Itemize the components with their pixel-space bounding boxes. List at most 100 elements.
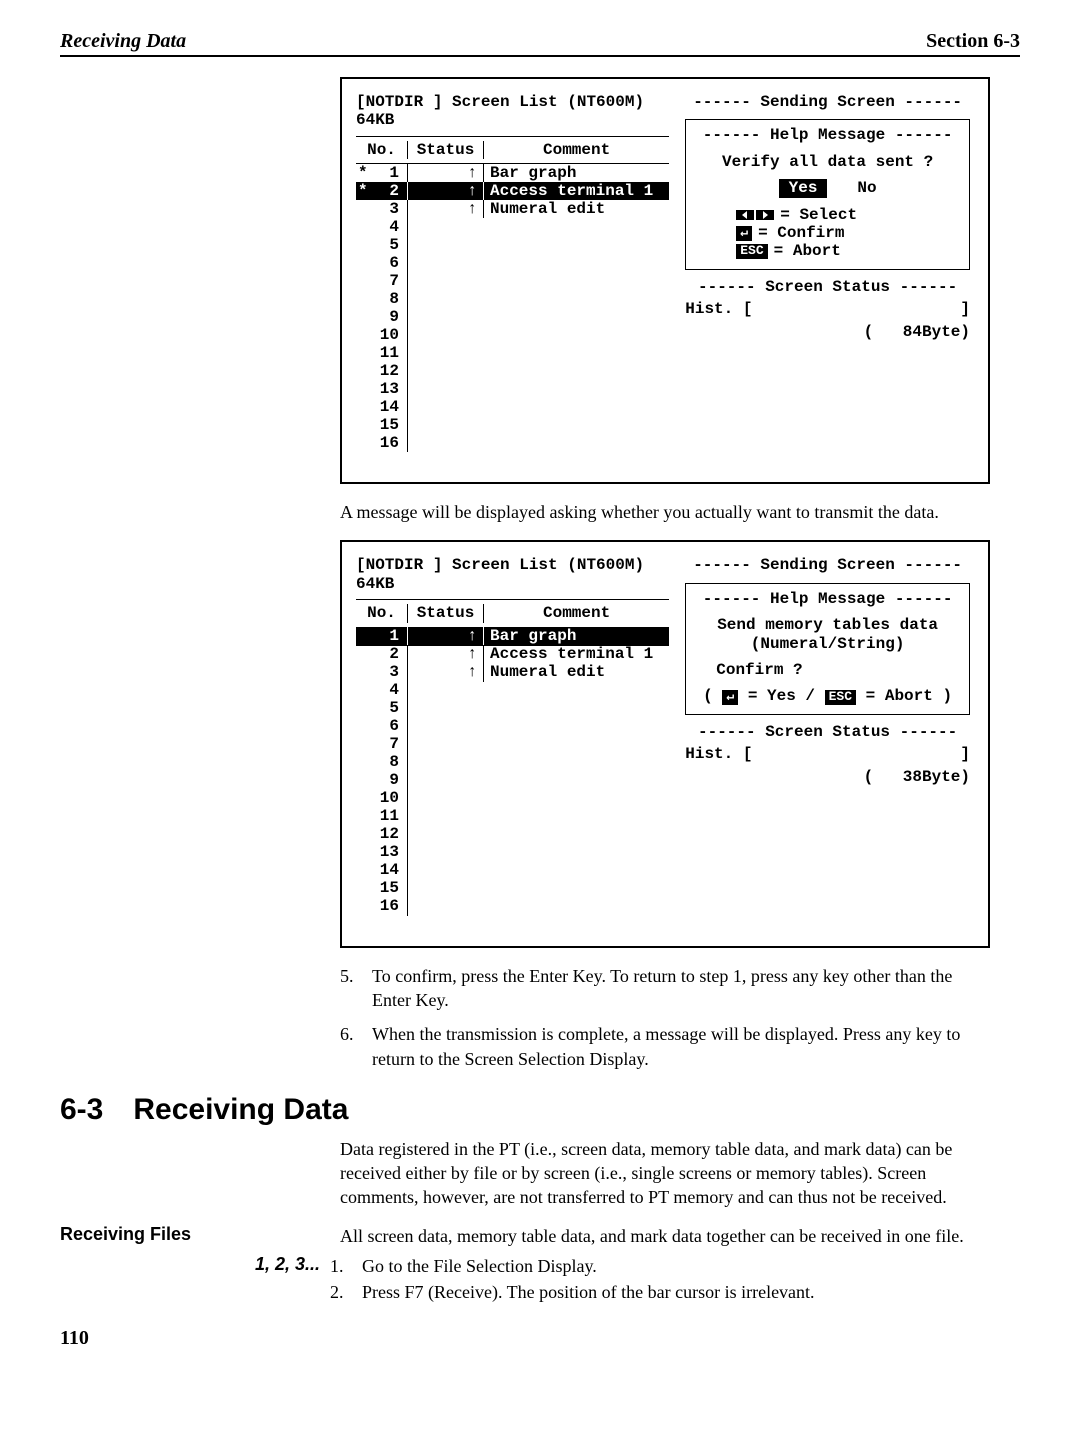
screen-list-title-2: [NOTDIR ] Screen List (NT600M) 64KB xyxy=(356,556,669,593)
col-no: No. xyxy=(356,141,408,159)
cell-no: 12 xyxy=(356,825,408,843)
table-row[interactable]: 13 xyxy=(356,380,669,398)
send-msg-line2: (Numeral/String) xyxy=(696,635,959,653)
section-intro: Data registered in the PT (i.e., screen … xyxy=(340,1137,990,1210)
table-row[interactable]: 16 xyxy=(356,898,669,916)
yes-option[interactable]: Yes xyxy=(779,179,828,197)
step-text: Press F7 (Receive). The position of the … xyxy=(362,1280,1020,1304)
table-row[interactable]: 15 xyxy=(356,880,669,898)
select-label: = Select xyxy=(780,206,857,224)
table-row[interactable]: 9 xyxy=(356,308,669,326)
cell-no: 8 xyxy=(356,290,408,308)
table-row[interactable]: 14 xyxy=(356,862,669,880)
help-message-title-2: ------ Help Message ------ xyxy=(696,590,959,608)
col-comment: Comment xyxy=(484,141,669,159)
receiving-files-text: All screen data, memory table data, and … xyxy=(340,1224,1020,1248)
esc-key-icon: ESC xyxy=(825,690,856,705)
cell-no: 5 xyxy=(356,699,408,717)
hist-label-2: Hist. [ xyxy=(685,745,752,763)
table-row[interactable]: 4 xyxy=(356,682,669,700)
table-row[interactable]: 16 xyxy=(356,434,669,452)
table-row[interactable]: 6 xyxy=(356,718,669,736)
table-row[interactable]: 8 xyxy=(356,754,669,772)
cell-no: 6 xyxy=(356,254,408,272)
cell-no: 11 xyxy=(356,807,408,825)
caption-1: A message will be displayed asking wheth… xyxy=(340,500,990,524)
header-title-left: Receiving Data xyxy=(60,30,186,53)
table-row[interactable]: 13 xyxy=(356,844,669,862)
steps-tag: 1, 2, 3... xyxy=(60,1254,320,1275)
cell-status: ↑ xyxy=(408,663,484,681)
table-row[interactable]: 7 xyxy=(356,736,669,754)
cell-no: 11 xyxy=(356,344,408,362)
table-row[interactable]: 5 xyxy=(356,236,669,254)
bytes-value: 84Byte) xyxy=(903,323,970,341)
cell-status: ↑ xyxy=(408,182,484,200)
sending-screen-title-2: ------ Sending Screen ------ xyxy=(685,556,970,574)
table-row[interactable]: 4 xyxy=(356,218,669,236)
table-row[interactable]: 11 xyxy=(356,344,669,362)
cell-no: 13 xyxy=(356,380,408,398)
table-row[interactable]: 10 xyxy=(356,326,669,344)
table-row[interactable]: 7 xyxy=(356,272,669,290)
table-row[interactable]: 12 xyxy=(356,362,669,380)
cell-no: 2 xyxy=(356,645,408,663)
cell-no: 1 xyxy=(356,627,408,645)
cell-comment: Bar graph xyxy=(484,164,669,182)
table-row[interactable]: 11 xyxy=(356,808,669,826)
table-rows: *1↑Bar graph*2↑Access terminal 13↑Numera… xyxy=(356,164,669,452)
terminal-screenshot-2: [NOTDIR ] Screen List (NT600M) 64KB No. … xyxy=(340,540,990,947)
step-number: 6. xyxy=(340,1022,372,1071)
cell-status: ↑ xyxy=(408,645,484,663)
cell-no: *2 xyxy=(356,182,408,200)
cell-no: 7 xyxy=(356,735,408,753)
paren-open: ( xyxy=(703,687,722,705)
sending-screen-title: ------ Sending Screen ------ xyxy=(685,93,970,111)
table-row[interactable]: 6 xyxy=(356,254,669,272)
no-option[interactable]: No xyxy=(857,179,876,197)
verify-question: Verify all data sent ? xyxy=(696,153,959,171)
table-row[interactable]: 3↑Numeral edit xyxy=(356,664,669,682)
table-row[interactable]: 10 xyxy=(356,790,669,808)
bytes-open: ( xyxy=(864,323,874,341)
cell-comment: Numeral edit xyxy=(484,663,669,681)
table-row[interactable]: 3↑Numeral edit xyxy=(356,200,669,218)
cell-no: 10 xyxy=(356,326,408,344)
substep-2: 2. Press F7 (Receive). The position of t… xyxy=(330,1280,1020,1304)
cell-no: 3 xyxy=(356,200,408,218)
arrow-keys-icon xyxy=(736,210,774,220)
cell-no: 9 xyxy=(356,308,408,326)
table-row[interactable]: 2↑Access terminal 1 xyxy=(356,646,669,664)
cell-no: 15 xyxy=(356,879,408,897)
bytes-open-2: ( xyxy=(864,768,874,786)
table-row[interactable]: 8 xyxy=(356,290,669,308)
cell-no: 5 xyxy=(356,236,408,254)
table-row[interactable]: *1↑Bar graph xyxy=(356,164,669,182)
step-6: 6. When the transmission is complete, a … xyxy=(340,1022,990,1071)
help-message-panel-2: ------ Help Message ------ Send memory t… xyxy=(685,583,970,715)
cell-comment: Access terminal 1 xyxy=(484,182,669,200)
table-row[interactable]: 15 xyxy=(356,416,669,434)
cell-comment: Access terminal 1 xyxy=(484,645,669,663)
table-row[interactable]: 12 xyxy=(356,826,669,844)
cell-no: 15 xyxy=(356,416,408,434)
table-row[interactable]: 5 xyxy=(356,700,669,718)
step-number: 5. xyxy=(340,964,372,1013)
cell-no: 6 xyxy=(356,717,408,735)
cell-no: 4 xyxy=(356,681,408,699)
step-number: 1. xyxy=(330,1254,362,1278)
table-row[interactable]: *2↑Access terminal 1 xyxy=(356,182,669,200)
table-rows-2: 1↑Bar graph2↑Access terminal 13↑Numeral … xyxy=(356,628,669,916)
table-row[interactable]: 1↑Bar graph xyxy=(356,628,669,646)
table-row[interactable]: 9 xyxy=(356,772,669,790)
cell-status: ↑ xyxy=(408,627,484,645)
table-row[interactable]: 14 xyxy=(356,398,669,416)
col-status: Status xyxy=(408,141,484,159)
hist-close: ] xyxy=(960,300,970,318)
abort-paren: = Abort ) xyxy=(866,687,952,705)
cell-no: 16 xyxy=(356,434,408,452)
table-header: No. Status Comment xyxy=(356,136,669,164)
page-number: 110 xyxy=(60,1327,1020,1350)
help-message-panel: ------ Help Message ------ Verify all da… xyxy=(685,119,970,269)
col-no: No. xyxy=(356,604,408,622)
